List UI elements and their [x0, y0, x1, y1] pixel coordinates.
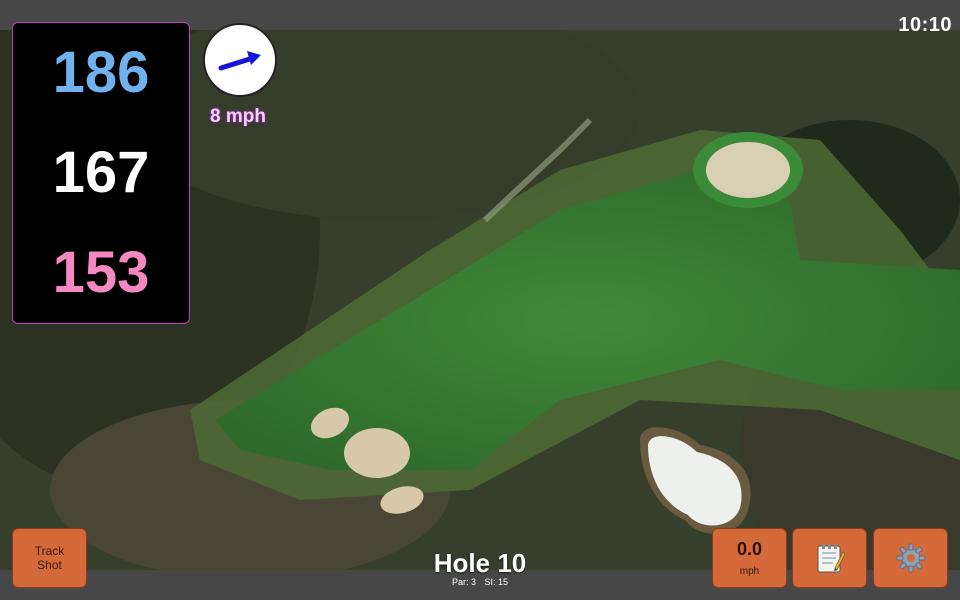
track-shot-label-line1: Track [34, 544, 65, 558]
wind-direction-indicator [203, 23, 277, 97]
hole-stroke-index: SI: 15 [484, 577, 509, 587]
track-shot-label-line2: Shot [37, 558, 62, 572]
hole-par: Par: 3 [451, 577, 476, 587]
back-of-green-distance: 186 [52, 40, 150, 105]
notepad-icon [817, 544, 845, 573]
gear-icon [896, 543, 925, 573]
hole-title: Hole 10 [433, 548, 527, 578]
wind-speed-label: 8 mph [210, 106, 266, 127]
speed-button[interactable]: 0.0 mph [712, 528, 787, 588]
clock: 10:10 [898, 14, 952, 36]
hole-info: Par: 3 SI: 15 [380, 577, 580, 587]
scorecard-notes-button[interactable] [792, 528, 867, 588]
settings-button[interactable] [873, 528, 948, 588]
wind-arrow-icon [218, 51, 261, 71]
speed-value: 0.0 [736, 539, 763, 559]
front-of-green-distance: 153 [52, 240, 150, 305]
distance-panel: 186 167 153 [12, 22, 190, 324]
speed-unit: mph [739, 566, 760, 577]
middle-of-green-distance: 167 [52, 140, 150, 205]
track-shot-button[interactable]: Track Shot [12, 528, 87, 588]
